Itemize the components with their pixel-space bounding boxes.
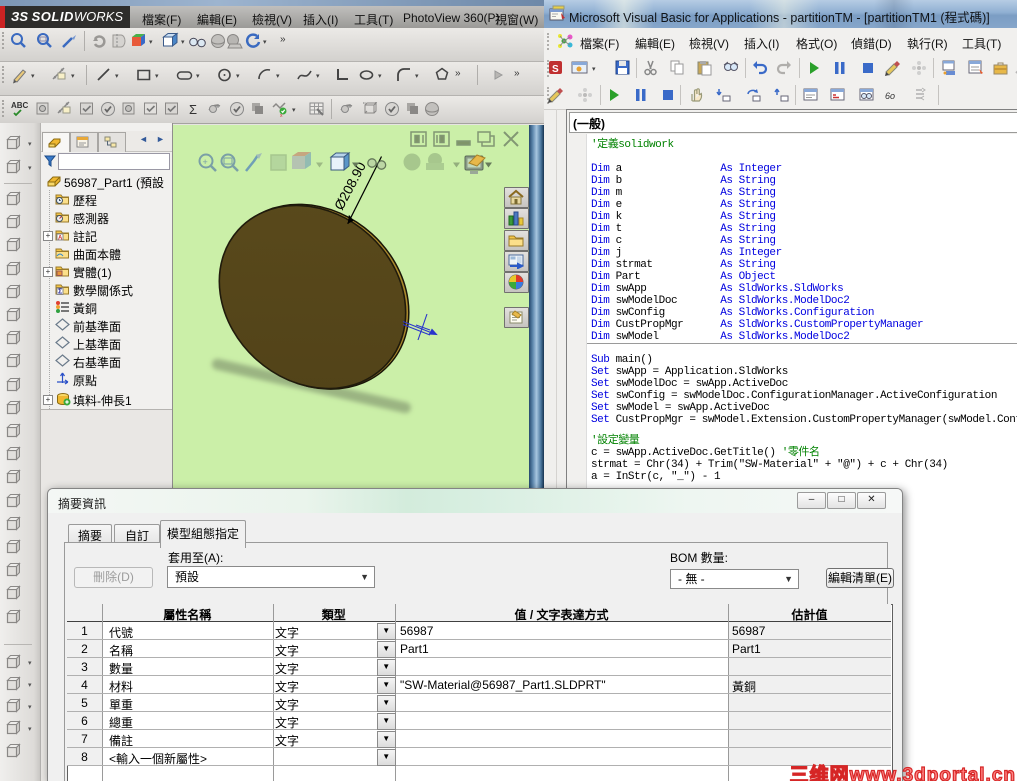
svg-text:Σ: Σ xyxy=(58,289,62,296)
svg-text:S: S xyxy=(552,64,559,75)
svg-text:+: + xyxy=(203,157,208,167)
svg-text:ABC: ABC xyxy=(11,101,28,110)
svg-text:Σ: Σ xyxy=(189,102,197,117)
svg-text:A: A xyxy=(58,236,63,242)
svg-text:6ο: 6ο xyxy=(885,91,895,101)
